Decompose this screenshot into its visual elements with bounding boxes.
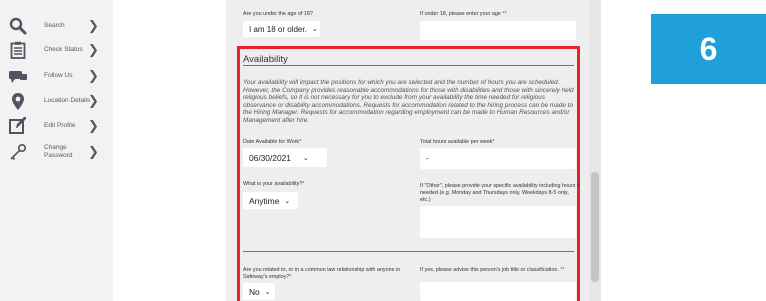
sidebar-item-label: Follow Us — [44, 72, 73, 79]
edit-icon — [8, 116, 28, 136]
megaphone-icon — [8, 66, 28, 86]
age-followup-label: If under 18, please enter your age ** — [420, 11, 507, 18]
sidebar-item-label: Location Details — [44, 97, 91, 104]
chevron-right-icon: ❯ — [88, 93, 99, 109]
hours-per-week-label: Total hours available per week* — [420, 139, 495, 146]
required-mark: ** — [560, 267, 565, 273]
sidebar-item-label: Search — [44, 22, 65, 29]
scrollbar[interactable] — [589, 0, 601, 301]
date-available-select[interactable]: 06/30/2021 ⌄ — [243, 148, 327, 167]
step-number-badge: 6 — [651, 14, 766, 84]
required-mark: * — [299, 139, 302, 145]
sidebar-item-label: Edit Profile — [44, 122, 76, 129]
sidebar-item-change-password[interactable]: Change Password ❯ — [0, 138, 113, 166]
sidebar-item-label: Check Status — [44, 46, 83, 53]
chevron-down-icon: ⌄ — [284, 196, 291, 205]
related-followup-input[interactable] — [420, 282, 576, 301]
availability-select[interactable]: Anytime ⌄ — [243, 192, 298, 209]
age-input[interactable] — [420, 21, 576, 40]
hours-per-week-text: Total hours available per week — [420, 139, 493, 145]
hours-per-week-input[interactable]: - — [420, 148, 576, 169]
chevron-down-icon: ⌄ — [264, 287, 271, 296]
sidebar-item-edit-profile[interactable]: Edit Profile ❯ — [0, 112, 113, 140]
other-availability-input[interactable] — [420, 206, 576, 238]
chevron-right-icon: ❯ — [88, 68, 99, 84]
sidebar-item-check-status[interactable]: Check Status ❯ — [0, 36, 113, 64]
clipboard-icon — [8, 40, 28, 60]
map-pin-icon — [8, 91, 28, 111]
hours-per-week-value: - — [426, 154, 429, 163]
required-mark: * — [492, 139, 495, 145]
required-mark: * — [289, 274, 292, 280]
scrollbar-thumb[interactable] — [591, 172, 599, 282]
divider — [243, 251, 574, 252]
divider — [243, 65, 574, 66]
chevron-right-icon: ❯ — [88, 42, 99, 58]
age-select[interactable]: I am 18 or older. ⌄ — [243, 21, 320, 37]
sidebar-item-follow-us[interactable]: Follow Us ❯ — [0, 62, 113, 90]
chevron-down-icon: ⌄ — [302, 153, 309, 162]
date-available-text: Date Available for Work — [243, 139, 300, 145]
age-select-value: I am 18 or older. — [249, 24, 307, 34]
chevron-right-icon: ❯ — [88, 144, 99, 160]
content-gutter — [113, 0, 226, 301]
availability-title: Availability — [243, 54, 288, 65]
related-select[interactable]: No ⌄ — [243, 283, 275, 300]
chevron-right-icon: ❯ — [88, 118, 99, 134]
availability-question-text: What is your availability? — [243, 181, 303, 187]
other-availability-label: If "Other", please provide your specific… — [420, 183, 580, 203]
related-question-text: Are you related to, or in a common law r… — [243, 267, 401, 280]
age-followup-text: If under 18, please enter your age — [420, 11, 501, 17]
step-number: 6 — [699, 30, 718, 67]
date-available-value: 06/30/2021 — [249, 152, 291, 163]
required-mark: * — [302, 181, 305, 187]
search-icon — [8, 16, 28, 36]
availability-question-label: What is your availability?* — [243, 181, 304, 188]
key-icon — [8, 142, 28, 162]
age-question-label: Are you under the age of 18? — [243, 11, 313, 17]
related-question-label: Are you related to, or in a common law r… — [243, 267, 403, 281]
chevron-right-icon: ❯ — [88, 18, 99, 34]
sidebar-item-label: Change Password — [44, 144, 73, 159]
required-mark: ** — [502, 11, 507, 17]
sidebar-item-location-details[interactable]: Location Details ❯ — [0, 87, 113, 115]
related-followup-label: If yes, please advise this person's job … — [420, 267, 570, 274]
related-value: No — [249, 286, 260, 297]
chevron-down-icon: ⌄ — [311, 25, 318, 33]
sidebar: Search ❯ Check Status ❯ Follow Us ❯ Loca… — [0, 0, 113, 301]
availability-value: Anytime — [249, 195, 280, 206]
related-followup-text: If yes, please advise this person's job … — [420, 267, 559, 273]
date-available-label: Date Available for Work* — [243, 139, 301, 146]
availability-description: Your availability will impact the positi… — [243, 79, 574, 124]
